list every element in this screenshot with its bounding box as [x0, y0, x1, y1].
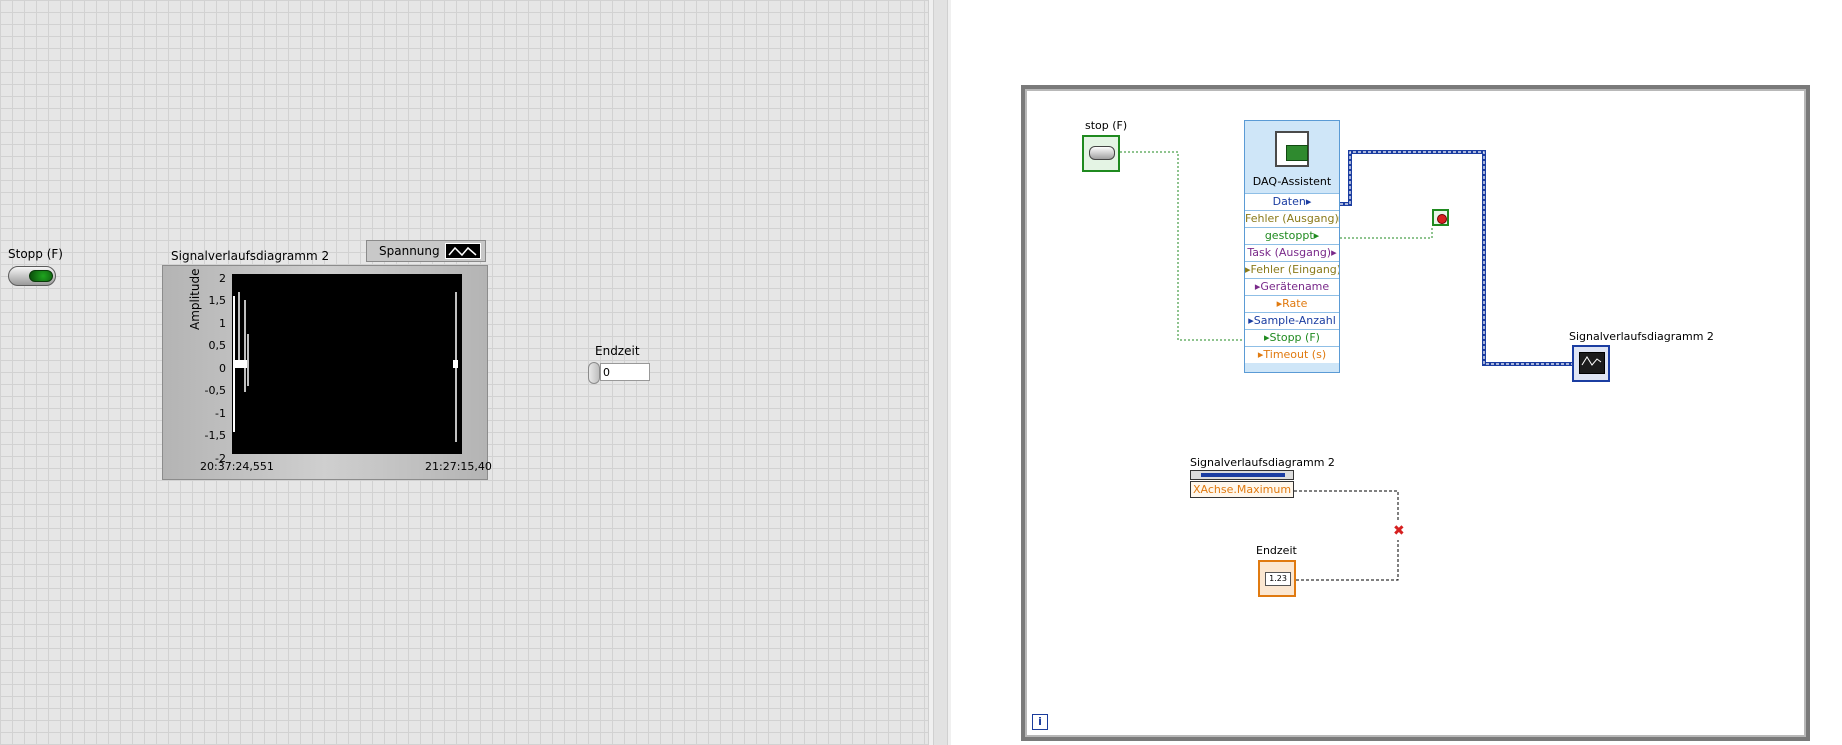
chart-terminal-label: Signalverlaufsdiagramm 2	[1569, 330, 1714, 343]
daq-assistant-node[interactable]: DAQ-Assistent Daten▸ Fehler (Ausgang)▸ ges…	[1244, 120, 1340, 373]
daq-terminal-out[interactable]: Task (Ausgang)▸	[1245, 244, 1339, 261]
endzeit-control-terminal[interactable]: 1.23	[1258, 560, 1296, 597]
stop-control-terminal[interactable]	[1082, 135, 1120, 172]
boolean-icon	[1089, 146, 1115, 160]
property-node-item[interactable]: XAchse.Maximum	[1190, 481, 1294, 498]
endzeit-terminal-label: Endzeit	[1256, 544, 1297, 557]
daq-assistant-title: DAQ-Assistent	[1252, 175, 1332, 188]
daq-terminal-out[interactable]: gestoppt▸	[1245, 227, 1339, 244]
daq-assistant-icon	[1275, 131, 1309, 167]
daq-terminal-in[interactable]: ▸Fehler (Eingang)	[1245, 261, 1339, 278]
chart-icon	[1579, 352, 1605, 374]
wires	[1120, 150, 1572, 581]
broken-wire-icon[interactable]: ✖	[1393, 522, 1405, 540]
daq-terminal-in[interactable]: ▸Rate	[1245, 295, 1339, 312]
led-icon	[1437, 214, 1447, 224]
property-node-header	[1190, 470, 1294, 480]
daq-terminal-in[interactable]: ▸Timeout (s)	[1245, 346, 1339, 363]
daq-terminal-out[interactable]: Fehler (Ausgang)▸	[1245, 210, 1339, 227]
numeric-display-icon: 1.23	[1265, 572, 1291, 586]
property-node[interactable]: XAchse.Maximum	[1190, 470, 1294, 500]
daq-terminal-in[interactable]: ▸Stopp (F)	[1245, 329, 1339, 346]
daq-terminal-in[interactable]: ▸Gerätename	[1245, 278, 1339, 295]
property-node-label: Signalverlaufsdiagramm 2	[1190, 456, 1335, 469]
chart-indicator-terminal[interactable]	[1572, 345, 1610, 382]
stopped-indicator-terminal[interactable]	[1432, 209, 1449, 226]
daq-terminal-in[interactable]: ▸Sample-Anzahl	[1245, 312, 1339, 329]
stop-terminal-label: stop (F)	[1085, 119, 1128, 132]
daq-terminal-out[interactable]: Daten▸	[1245, 193, 1339, 210]
